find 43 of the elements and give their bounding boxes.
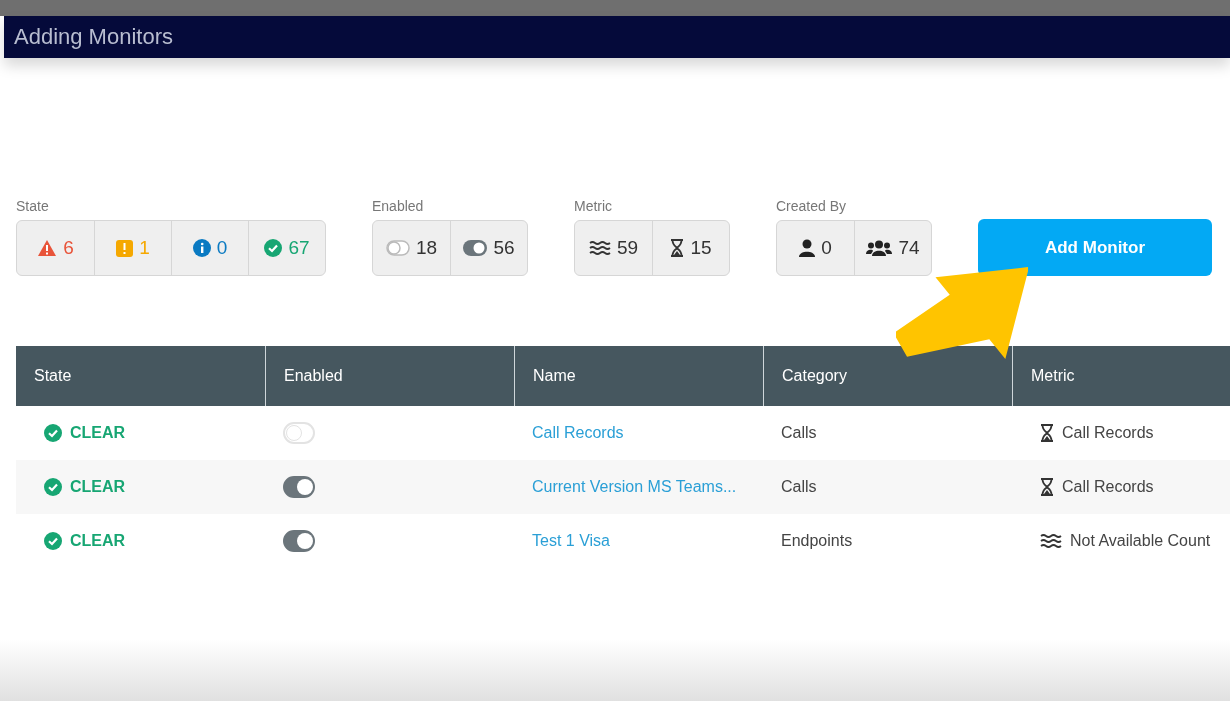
filter-label: Metric: [574, 198, 614, 214]
filter-label: Created By: [776, 198, 848, 214]
filter-button[interactable]: 18: [373, 221, 450, 275]
filter-button[interactable]: 0: [171, 221, 248, 275]
enabled-toggle[interactable]: [283, 530, 315, 552]
check-circle-icon: [44, 478, 62, 496]
filter-button[interactable]: 0: [777, 221, 854, 275]
column-header[interactable]: State: [16, 346, 265, 406]
hourglass-icon: [1040, 424, 1054, 442]
hourglass-icon: [670, 239, 685, 257]
window-title: Adding Monitors: [14, 24, 173, 50]
state-label: CLEAR: [70, 424, 126, 442]
filter-button[interactable]: 15: [652, 221, 729, 275]
filter-button[interactable]: 59: [575, 221, 652, 275]
warning-icon: [37, 239, 58, 257]
user-icon: [799, 239, 816, 257]
alert-icon: [116, 239, 134, 257]
table-cell: Not Available Count: [1070, 532, 1211, 550]
info-icon: [192, 239, 211, 257]
enabled-toggle[interactable]: [283, 476, 315, 498]
hourglass-icon: [1040, 478, 1054, 496]
filter-button[interactable]: 74: [854, 221, 931, 275]
table-cell: Call Records: [1062, 478, 1154, 496]
users-icon: [866, 240, 893, 256]
column-header[interactable]: Enabled: [265, 346, 514, 406]
waves-icon: [588, 240, 611, 256]
state-label: CLEAR: [70, 532, 126, 550]
filter-button[interactable]: 56: [450, 221, 527, 275]
check-circle-icon: [44, 532, 62, 550]
toggle-on-icon: [463, 240, 488, 256]
state-label: CLEAR: [70, 478, 126, 496]
filter-label: Enabled: [372, 198, 425, 214]
check-circle-icon: [264, 239, 283, 257]
table-cell: Calls: [781, 424, 817, 442]
table-cell: Endpoints: [781, 532, 853, 550]
table-cell: Call Records: [1062, 424, 1154, 442]
filter-label: State: [16, 198, 50, 214]
check-circle-icon: [44, 424, 62, 442]
column-header[interactable]: Name: [514, 346, 763, 406]
waves-icon: [1040, 533, 1062, 549]
column-header[interactable]: Metric: [1012, 346, 1230, 406]
toggle-off-icon: [385, 240, 410, 256]
table-cell: Calls: [781, 478, 817, 496]
